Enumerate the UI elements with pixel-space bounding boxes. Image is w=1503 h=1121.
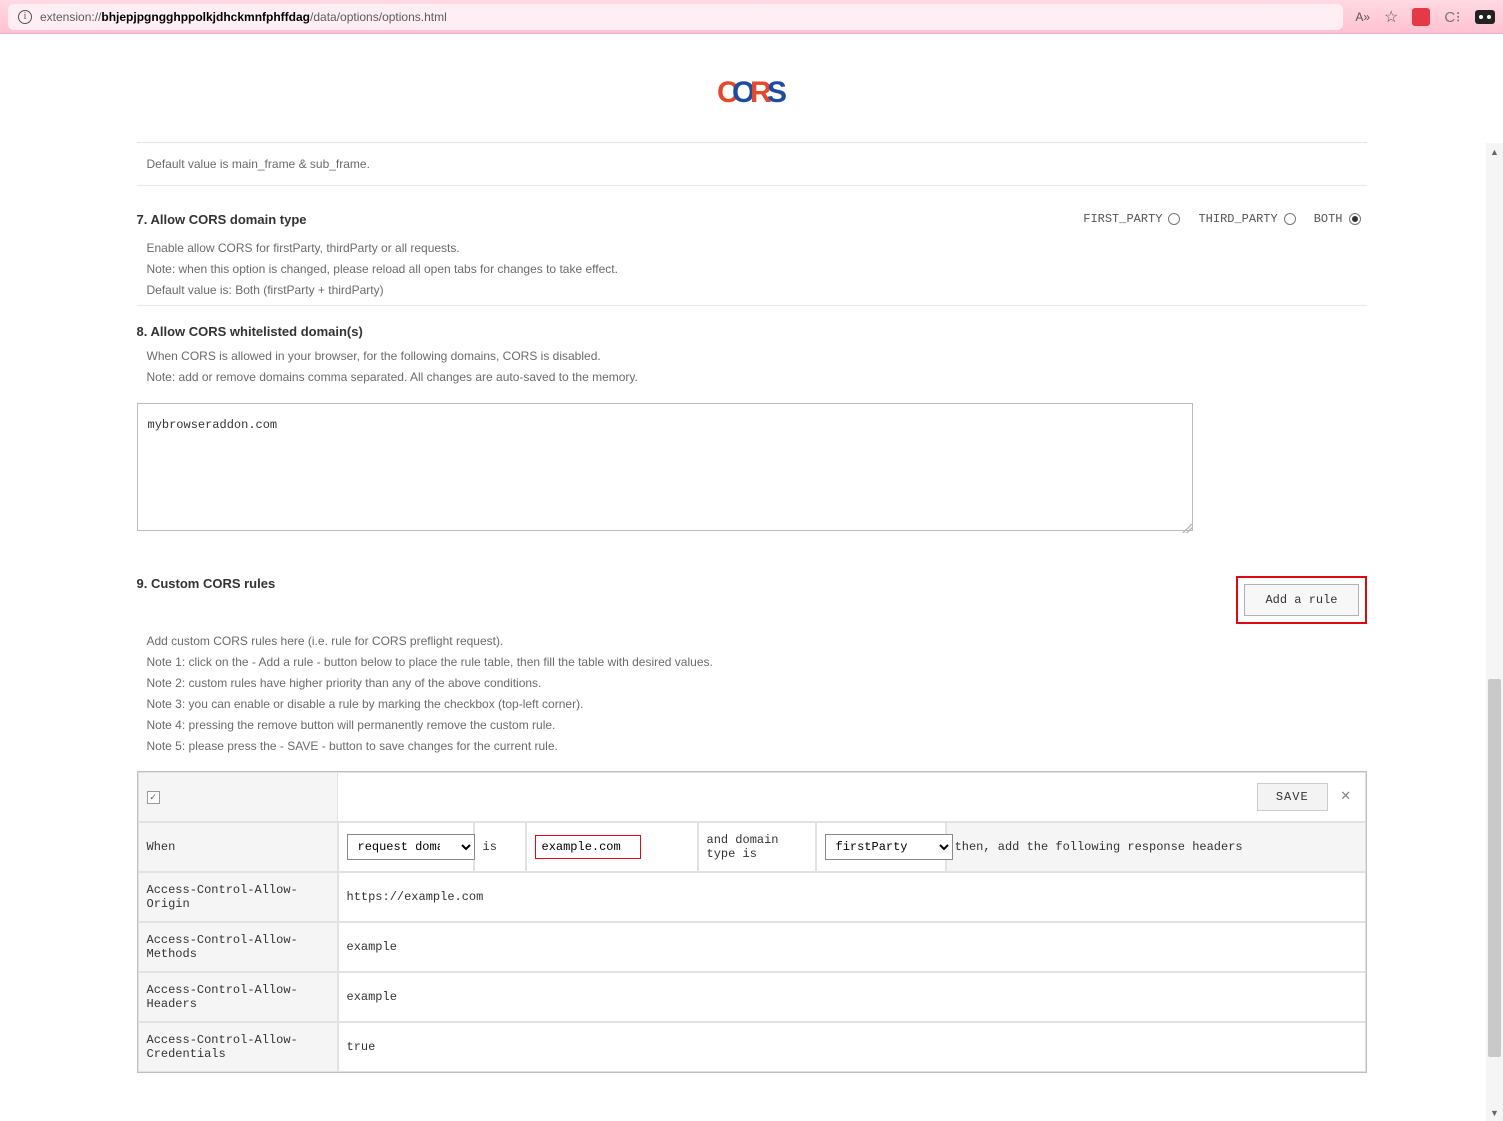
- prior-default-note: Default value is main_frame & sub_frame.: [147, 157, 1367, 171]
- option-7-title: 7. Allow CORS domain type: [137, 212, 307, 227]
- domain-input-cell: [526, 822, 698, 872]
- cors-logo: C O R S: [717, 42, 787, 142]
- note-line: Enable allow CORS for firstParty, thirdP…: [147, 241, 1367, 255]
- header-label: Access-Control-Allow-Credentials: [138, 1022, 338, 1072]
- radio-icon: [1168, 213, 1180, 225]
- domain-type-cell: firstParty: [816, 822, 946, 872]
- radio-third-party[interactable]: THIRD_PARTY: [1198, 212, 1295, 226]
- rule-enable-checkbox[interactable]: [147, 791, 160, 804]
- radio-icon: [1284, 213, 1296, 225]
- add-rule-highlight: Add a rule: [1236, 576, 1366, 624]
- note-line: Note 5: please press the - SAVE - button…: [147, 739, 1367, 753]
- radio-first-party[interactable]: FIRST_PARTY: [1083, 212, 1180, 226]
- option-8: 8. Allow CORS whitelisted domain(s) When…: [137, 324, 1367, 536]
- request-domain-select[interactable]: request domain: [347, 834, 475, 860]
- radio-both[interactable]: BOTH: [1314, 212, 1361, 226]
- toolbar-icons: A» ☆ C⁝: [1355, 7, 1495, 27]
- radio-label: BOTH: [1314, 212, 1343, 226]
- request-domain-cell: request domain: [338, 822, 474, 872]
- browser-address-bar: i extension://bhjepjpgngghppolkjdhckmnfp…: [0, 0, 1503, 34]
- note-line: Note 4: pressing the remove button will …: [147, 718, 1367, 732]
- note-line: Note 3: you can enable or disable a rule…: [147, 697, 1367, 711]
- table-row: Access-Control-Allow-Headers example: [138, 972, 1366, 1022]
- radio-label: FIRST_PARTY: [1083, 212, 1162, 226]
- profile-icon[interactable]: [1475, 10, 1495, 24]
- note-line: When CORS is allowed in your browser, fo…: [147, 349, 1367, 363]
- address-field[interactable]: i extension://bhjepjpgngghppolkjdhckmnfp…: [8, 4, 1343, 30]
- site-info-icon[interactable]: i: [18, 10, 32, 24]
- table-row: Access-Control-Allow-Credentials true: [138, 1022, 1366, 1072]
- radio-icon: [1349, 213, 1361, 225]
- scroll-up-icon[interactable]: ▲: [1486, 143, 1503, 160]
- note-line: Note: when this option is changed, pleas…: [147, 262, 1367, 276]
- header-value[interactable]: example: [338, 972, 1366, 1022]
- page-body: C O R S Default value is main_frame & su…: [0, 34, 1503, 1121]
- collections-icon[interactable]: C⁝: [1444, 8, 1461, 26]
- save-button[interactable]: SAVE: [1257, 783, 1328, 811]
- url-text: extension://bhjepjpgngghppolkjdhckmnfphf…: [40, 10, 447, 24]
- is-label: is: [474, 822, 526, 872]
- header-value[interactable]: https://example.com: [338, 872, 1366, 922]
- option-8-title: 8. Allow CORS whitelisted domain(s): [137, 324, 363, 339]
- then-label: then, add the following response headers: [946, 822, 1366, 872]
- option-7: 7. Allow CORS domain type FIRST_PARTY TH…: [137, 212, 1367, 297]
- domain-type-select[interactable]: firstParty: [825, 834, 953, 860]
- header-label: Access-Control-Allow-Origin: [138, 872, 338, 922]
- note-line: Default value is: Both (firstParty + thi…: [147, 283, 1367, 297]
- note-line: Note: add or remove domains comma separa…: [147, 370, 1367, 384]
- note-line: Note 2: custom rules have higher priorit…: [147, 676, 1367, 690]
- options-panel: Default value is main_frame & sub_frame.…: [137, 142, 1367, 1121]
- domain-type-radios: FIRST_PARTY THIRD_PARTY BOTH: [1083, 212, 1360, 226]
- divider: [137, 185, 1367, 186]
- and-domain-type-label: and domain type is: [698, 822, 816, 872]
- table-row: Access-Control-Allow-Origin https://exam…: [138, 872, 1366, 922]
- header-value[interactable]: true: [338, 1022, 1366, 1072]
- option-7-notes: Enable allow CORS for firstParty, thirdP…: [137, 241, 1367, 297]
- rule-enable-cell: [138, 772, 338, 822]
- header-label: Access-Control-Allow-Methods: [138, 922, 338, 972]
- when-label: When: [138, 822, 338, 872]
- rule-domain-input[interactable]: [535, 835, 641, 859]
- vertical-scrollbar[interactable]: ▲ ▼: [1486, 143, 1503, 1121]
- note-line: Add custom CORS rules here (i.e. rule fo…: [147, 634, 1367, 648]
- custom-rule-table: SAVE ✕ When request domain is: [137, 771, 1367, 1073]
- favorites-icon[interactable]: ☆: [1384, 7, 1398, 27]
- whitelist-domains-textarea[interactable]: [137, 403, 1193, 531]
- add-rule-button[interactable]: Add a rule: [1244, 584, 1358, 616]
- scroll-track[interactable]: [1486, 160, 1503, 1104]
- table-row: Access-Control-Allow-Methods example: [138, 922, 1366, 972]
- option-9: 9. Custom CORS rules Add a rule Add cust…: [137, 576, 1367, 1073]
- header-label: Access-Control-Allow-Headers: [138, 972, 338, 1022]
- note-line: Note 1: click on the - Add a rule - butt…: [147, 655, 1367, 669]
- reader-mode-icon[interactable]: A»: [1355, 10, 1370, 24]
- option-9-title: 9. Custom CORS rules: [137, 576, 276, 591]
- svg-text:S: S: [767, 76, 787, 109]
- remove-rule-button[interactable]: ✕: [1335, 787, 1357, 805]
- divider: [137, 305, 1367, 306]
- scroll-thumb[interactable]: [1488, 679, 1501, 1057]
- scroll-down-icon[interactable]: ▼: [1486, 1104, 1503, 1121]
- extension-icon[interactable]: [1412, 8, 1430, 26]
- header-value[interactable]: example: [338, 922, 1366, 972]
- radio-label: THIRD_PARTY: [1198, 212, 1277, 226]
